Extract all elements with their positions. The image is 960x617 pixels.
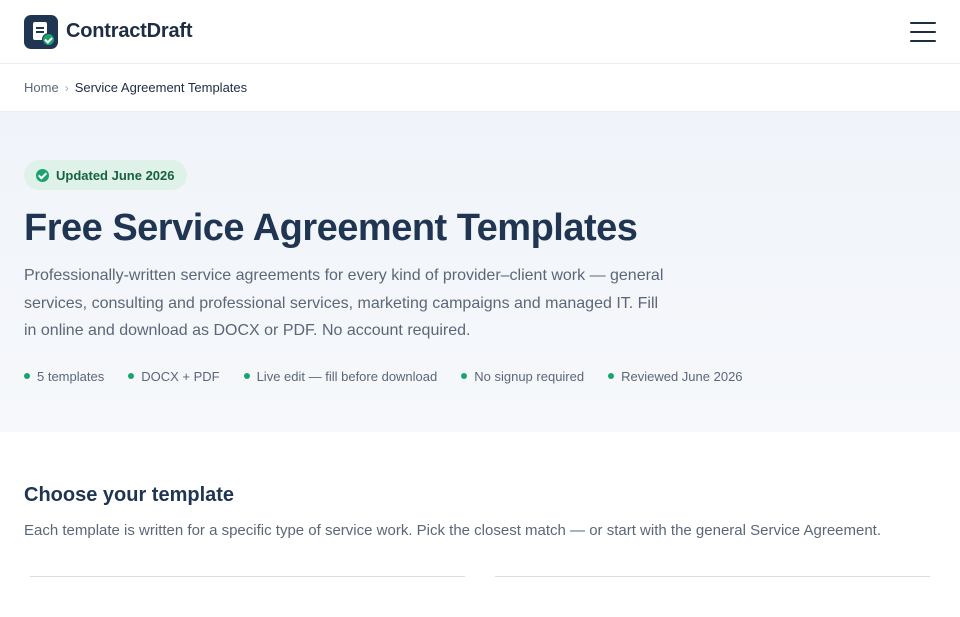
brand-logo-link[interactable]: ContractDraft xyxy=(24,14,193,49)
bullet-dot-icon xyxy=(243,373,250,379)
breadcrumb-home-link[interactable]: Home xyxy=(24,80,59,95)
feature-label: DOCX + PDF xyxy=(141,368,220,384)
template-chooser-section: Choose your template Each template is wr… xyxy=(0,432,960,617)
check-circle-icon xyxy=(36,168,49,182)
template-card[interactable] xyxy=(495,576,930,617)
chevron-right-icon: › xyxy=(64,80,69,95)
feature-item: Live edit — fill before download xyxy=(243,368,438,384)
hamburger-menu-icon[interactable] xyxy=(910,21,936,42)
feature-item: DOCX + PDF xyxy=(128,368,220,384)
bullet-dot-icon xyxy=(461,373,468,379)
updated-badge: Updated June 2026 xyxy=(24,160,187,190)
breadcrumb: Home › Service Agreement Templates xyxy=(0,64,960,112)
section-title: Choose your template xyxy=(24,484,235,506)
breadcrumb-current: Service Agreement Templates xyxy=(74,80,248,95)
template-card[interactable] xyxy=(30,576,465,617)
feature-label: No signup required xyxy=(474,368,585,384)
feature-item: Reviewed June 2026 xyxy=(608,368,743,384)
feature-list: 5 templates DOCX + PDF Live edit — fill … xyxy=(24,369,936,384)
feature-label: 5 templates xyxy=(37,368,105,384)
section-description: Each template is written for a specific … xyxy=(24,522,882,539)
hero-description: Professionally-written service agreement… xyxy=(24,267,664,339)
page-title: Free Service Agreement Templates xyxy=(24,207,638,249)
bullet-dot-icon xyxy=(608,373,615,379)
feature-label: Reviewed June 2026 xyxy=(621,368,743,384)
feature-label: Live edit — fill before download xyxy=(256,368,438,384)
brand-name: ContractDraft xyxy=(66,20,193,42)
feature-item: No signup required xyxy=(461,369,584,384)
updated-badge-label: Updated June 2026 xyxy=(56,167,175,183)
hero-section: Updated June 2026 Free Service Agreement… xyxy=(0,112,960,432)
bullet-dot-icon xyxy=(24,373,30,379)
feature-item: 5 templates xyxy=(24,369,104,384)
site-header: ContractDraft xyxy=(0,0,960,64)
document-check-icon xyxy=(24,14,58,49)
bullet-dot-icon xyxy=(128,373,135,379)
template-card-list xyxy=(24,576,936,617)
